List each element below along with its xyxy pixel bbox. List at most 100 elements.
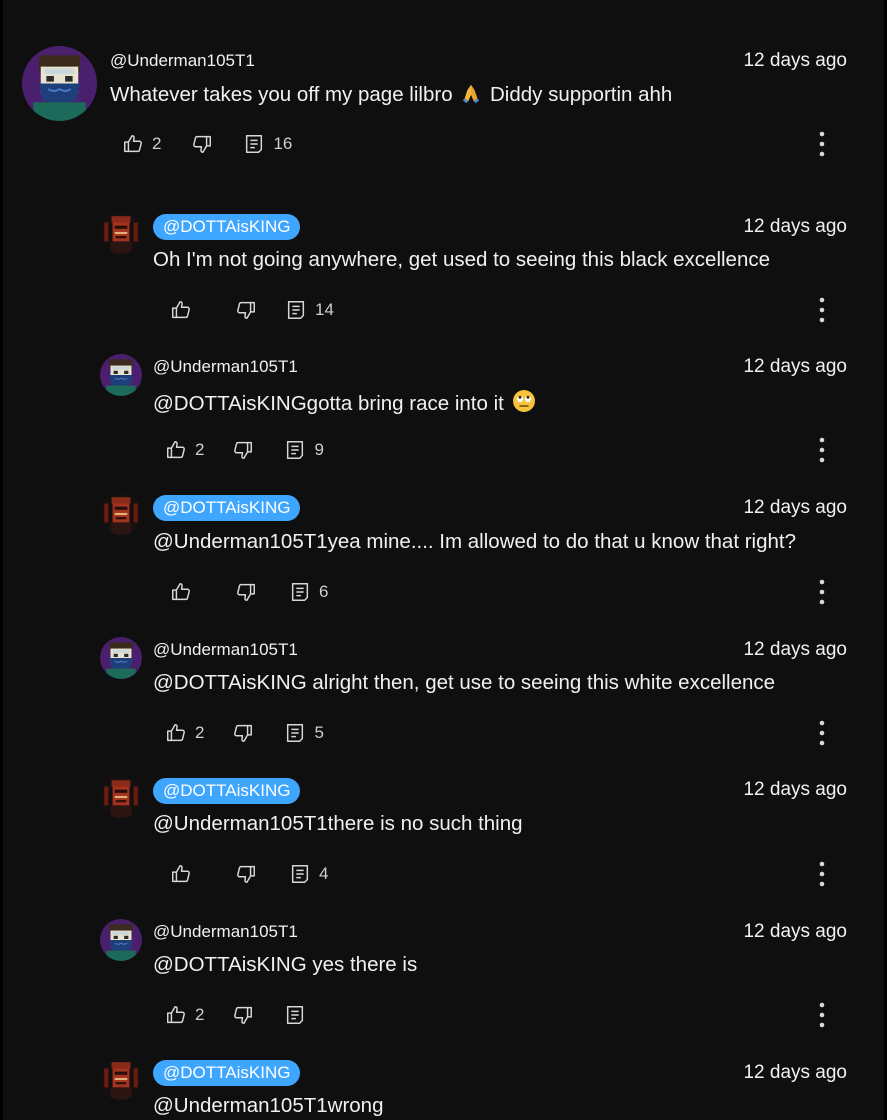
- reply-comment: @DOTTAisKING 12 days ago @Underman105T1w…: [0, 1046, 887, 1120]
- top-comment: @Underman105T1 12 days ago Whatever take…: [0, 0, 887, 190]
- comment-text-part: Whatever takes you off my page lilbro: [110, 83, 459, 106]
- comment-time: 12 days ago: [743, 639, 847, 660]
- comment-text: @Underman105T1wrong: [153, 1094, 384, 1117]
- comment-text: @Underman105T1there is no such thing: [153, 812, 523, 835]
- thumbs-up-icon: [122, 133, 144, 155]
- reply-button[interactable]: 4: [289, 863, 328, 885]
- reply-count: 9: [314, 440, 324, 459]
- reply-count: 14: [315, 300, 334, 319]
- reply-comment: @DOTTAisKING 12 days ago @Underman105T1t…: [0, 764, 887, 905]
- more-vert-icon: [819, 1002, 825, 1028]
- comment-text: @Underman105T1yea mine.... Im allowed to…: [153, 530, 796, 553]
- avatar[interactable]: [100, 776, 142, 818]
- reply-comment: @DOTTAisKING 12 days ago Oh I'm not goin…: [0, 200, 887, 340]
- comment-author[interactable]: @DOTTAisKING: [153, 214, 301, 240]
- comment-author[interactable]: @Underman105T1: [110, 51, 255, 71]
- reply-button[interactable]: 16: [243, 133, 292, 155]
- more-options-button[interactable]: [809, 1000, 835, 1030]
- avatar[interactable]: [100, 919, 142, 961]
- comment-actions: 2 9: [165, 437, 324, 463]
- avatar[interactable]: [100, 493, 142, 535]
- thumbs-down-icon: [191, 133, 213, 155]
- reply-icon: [289, 581, 311, 603]
- reply-icon: [284, 722, 306, 744]
- like-button[interactable]: 2: [165, 722, 204, 744]
- comment-time: 12 days ago: [743, 356, 847, 377]
- reply-button[interactable]: [284, 1004, 314, 1026]
- dislike-button[interactable]: [235, 581, 257, 603]
- reply-count: 16: [273, 134, 293, 153]
- dislike-button[interactable]: [235, 299, 257, 321]
- like-button[interactable]: 2: [165, 1004, 204, 1026]
- comment-text-part: Diddy supportin ahh: [484, 83, 673, 106]
- like-button[interactable]: [170, 863, 200, 885]
- like-button[interactable]: 2: [165, 439, 204, 461]
- more-vert-icon: [819, 437, 825, 463]
- more-options-button[interactable]: [809, 295, 835, 325]
- comment-text: @DOTTAisKING alright then, get use to se…: [153, 671, 776, 694]
- thumbs-down-icon: [232, 1004, 254, 1026]
- like-button[interactable]: [170, 299, 200, 321]
- comment-time: 12 days ago: [743, 216, 847, 237]
- more-vert-icon: [819, 861, 825, 887]
- like-button[interactable]: [170, 581, 200, 603]
- comment-author[interactable]: @DOTTAisKING: [153, 495, 301, 521]
- avatar[interactable]: [22, 46, 97, 121]
- reply-icon: [289, 863, 311, 885]
- comment-author[interactable]: @Underman105T1: [153, 922, 298, 942]
- like-button[interactable]: 2: [122, 133, 161, 155]
- thumbs-up-icon: [165, 1004, 187, 1026]
- comment-text: Oh I'm not going anywhere, get used to s…: [153, 248, 771, 271]
- thumbs-up-icon: [170, 863, 192, 885]
- reply-icon: [243, 133, 265, 155]
- thumbs-up-icon: [170, 299, 192, 321]
- more-options-button[interactable]: [809, 129, 835, 159]
- comment-author[interactable]: @Underman105T1: [153, 640, 298, 660]
- more-vert-icon: [819, 297, 825, 323]
- reply-icon: [284, 439, 306, 461]
- comment-author[interactable]: @Underman105T1: [153, 357, 298, 377]
- reply-count: 4: [319, 864, 329, 883]
- reply-button[interactable]: 6: [289, 581, 328, 603]
- more-options-button[interactable]: [809, 718, 835, 748]
- like-count: 2: [195, 1005, 205, 1024]
- avatar[interactable]: [100, 354, 142, 396]
- more-options-button[interactable]: [809, 577, 835, 607]
- reply-count: 6: [319, 582, 329, 601]
- avatar[interactable]: [100, 1058, 142, 1100]
- reply-comment: @DOTTAisKING 12 days ago @Underman105T1y…: [0, 481, 887, 623]
- comment-text-part: @DOTTAisKINGgotta bring race into it: [153, 392, 510, 415]
- more-vert-icon: [819, 579, 825, 605]
- comment-actions: 4: [170, 861, 328, 887]
- reply-button[interactable]: 5: [284, 722, 324, 744]
- folded-hands-emoji: [460, 82, 482, 104]
- reply-comment: @Underman105T1 12 days ago @DOTTAisKINGg…: [0, 340, 887, 481]
- face-with-rolling-eyes-emoji: [512, 389, 536, 413]
- reply-button[interactable]: 14: [285, 299, 334, 321]
- comment-text: @DOTTAisKING yes there is: [153, 953, 418, 976]
- more-vert-icon: [819, 131, 825, 157]
- dislike-button[interactable]: [191, 133, 213, 155]
- avatar[interactable]: [100, 637, 142, 679]
- dislike-button[interactable]: [235, 863, 257, 885]
- comment-actions: 14: [170, 297, 334, 323]
- comment-author[interactable]: @DOTTAisKING: [153, 1060, 301, 1086]
- comment-actions: 2 16: [122, 131, 292, 157]
- dislike-button[interactable]: [232, 1004, 254, 1026]
- reply-count: 5: [314, 723, 324, 742]
- comment-text: Whatever takes you off my page lilbro Di…: [110, 82, 672, 107]
- reply-icon: [284, 1004, 306, 1026]
- like-count: 2: [195, 440, 205, 459]
- dislike-button[interactable]: [232, 722, 254, 744]
- reply-icon: [285, 299, 307, 321]
- more-options-button[interactable]: [809, 859, 835, 889]
- like-count: 2: [195, 723, 205, 742]
- avatar[interactable]: [100, 212, 142, 254]
- dislike-button[interactable]: [232, 439, 254, 461]
- thumbs-down-icon: [235, 863, 257, 885]
- thumbs-up-icon: [165, 722, 187, 744]
- comment-author[interactable]: @DOTTAisKING: [153, 778, 301, 804]
- comment-time: 12 days ago: [743, 497, 847, 518]
- reply-button[interactable]: 9: [284, 439, 324, 461]
- more-options-button[interactable]: [809, 435, 835, 465]
